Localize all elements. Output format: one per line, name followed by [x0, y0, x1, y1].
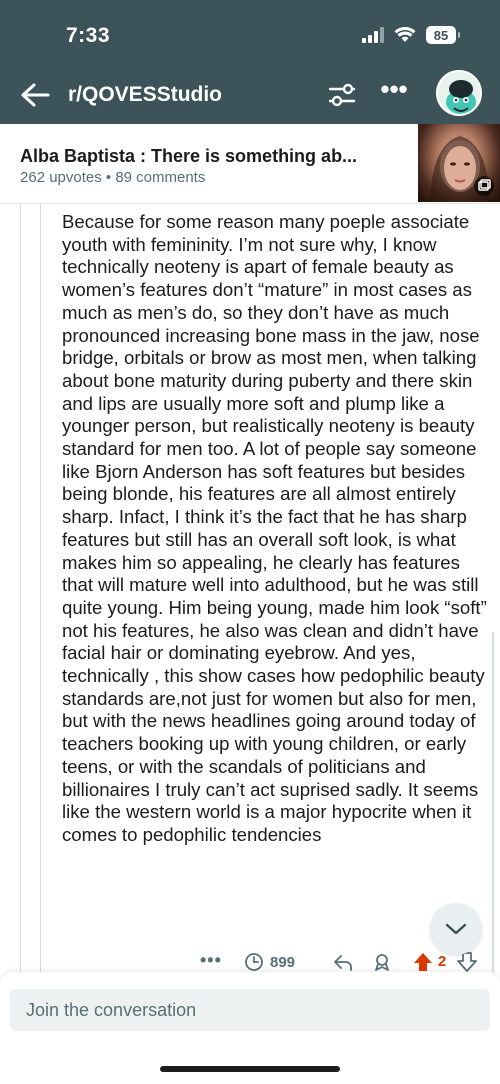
scroll-down-button[interactable]	[430, 903, 482, 955]
vote-score: 2	[438, 953, 447, 970]
join-conversation-input[interactable]: Join the conversation	[10, 989, 490, 1031]
chevron-down-icon	[445, 923, 467, 935]
comment-more-button[interactable]: •••	[200, 950, 222, 971]
status-time: 7:33	[66, 24, 111, 47]
scrollbar[interactable]	[492, 632, 494, 972]
post-title: Alba Baptista : There is something ab...	[20, 146, 358, 166]
status-indicators: 85	[362, 26, 460, 44]
post-thumbnail[interactable]	[418, 124, 500, 202]
upvote-icon[interactable]	[412, 951, 434, 973]
gallery-icon	[474, 176, 494, 196]
nav-bar: r/QOVESStudio •••	[0, 70, 500, 120]
reply-icon[interactable]	[332, 952, 354, 972]
filter-icon[interactable]	[326, 80, 358, 110]
signal-icon	[362, 27, 384, 43]
views-icon	[245, 953, 263, 971]
battery-indicator: 85	[426, 26, 460, 44]
more-icon[interactable]: •••	[378, 76, 410, 108]
views-count: 899	[244, 952, 295, 972]
wifi-icon	[394, 27, 416, 42]
post-meta: 262 upvotes • 89 comments	[20, 169, 206, 186]
award-icon[interactable]	[372, 952, 392, 972]
back-arrow-icon[interactable]	[18, 80, 52, 110]
comment-composer: Join the conversation	[0, 972, 500, 1084]
top-header: 7:33 85 r/QOVESStudio •••	[0, 0, 500, 124]
avatar[interactable]	[436, 70, 482, 116]
views-label: 899	[270, 953, 296, 971]
avatar-illustration	[438, 72, 480, 114]
thread-line[interactable]	[40, 204, 41, 974]
home-indicator[interactable]	[160, 1066, 340, 1072]
comment-body: Because for some reason many poeple asso…	[62, 211, 487, 845]
subreddit-name[interactable]: r/QOVESStudio	[68, 83, 222, 107]
thread-line[interactable]	[20, 204, 21, 974]
